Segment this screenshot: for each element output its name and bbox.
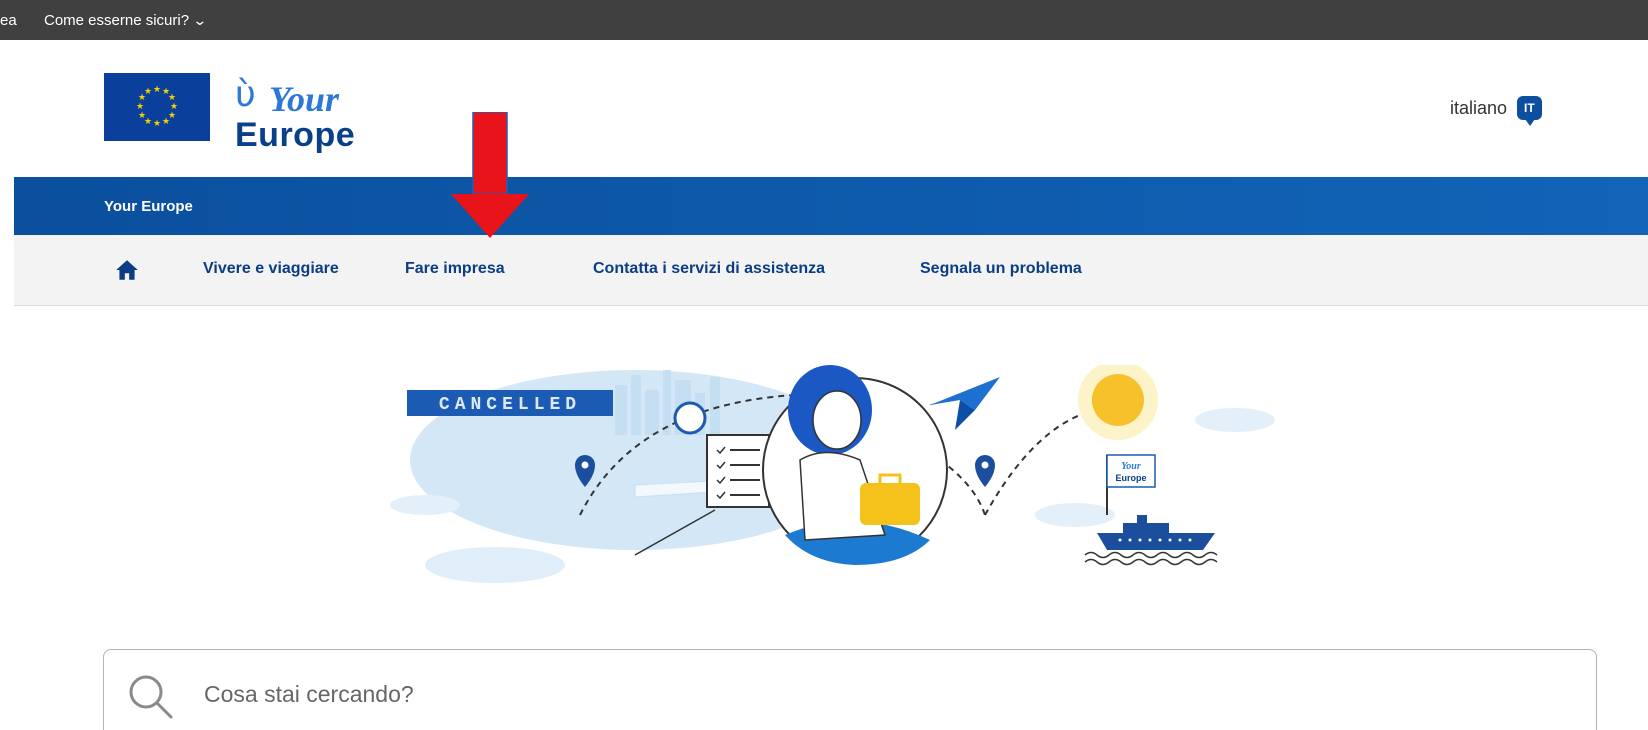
nav-item-contatta-assistenza[interactable]: Contatta i servizi di assistenza xyxy=(593,260,825,278)
site-title-bar: Your Europe xyxy=(14,177,1648,235)
annotation-arrow-icon xyxy=(451,112,529,238)
svg-text:CANCELLED: CANCELLED xyxy=(439,395,581,415)
nav-item-fare-impresa[interactable]: Fare impresa xyxy=(405,260,505,278)
nav-item-segnala-problema[interactable]: Segnala un problema xyxy=(920,260,1082,278)
cancelled-board: CANCELLED xyxy=(407,390,613,416)
your-europe-logo[interactable]: ὺ Your Europe xyxy=(235,74,385,154)
search-box xyxy=(103,649,1597,730)
svg-text:★: ★ xyxy=(153,85,161,95)
nav-item-vivere-e-viaggiare[interactable]: Vivere e viaggiare xyxy=(203,260,339,278)
secure-info-toggle[interactable]: Come esserne sicuri? ⌄ xyxy=(44,12,208,29)
logo-text-your: Your xyxy=(269,79,340,119)
svg-text:★: ★ xyxy=(162,117,170,127)
home-icon[interactable] xyxy=(114,257,140,283)
search-icon[interactable] xyxy=(124,670,176,722)
logo-text-europe: Europe xyxy=(235,116,356,154)
svg-text:★: ★ xyxy=(153,119,161,129)
language-selector[interactable]: italiano IT xyxy=(1450,96,1542,126)
hero-illustration: CANCELLED Your Europe xyxy=(390,365,1275,583)
speech-bubble-icon: IT xyxy=(1517,96,1542,126)
secure-info-label: Come esserne sicuri? xyxy=(44,12,190,29)
main-navigation: Vivere e viaggiare Fare impresa Contatta… xyxy=(14,235,1648,306)
site-title[interactable]: Your Europe xyxy=(104,198,193,215)
svg-text:★: ★ xyxy=(136,102,144,112)
svg-text:Your: Your xyxy=(1121,461,1141,472)
language-label: italiano xyxy=(1450,97,1508,118)
top-bar: ea Come esserne sicuri? ⌄ xyxy=(0,0,1648,40)
svg-text:Europe: Europe xyxy=(1115,473,1146,483)
search-input[interactable] xyxy=(204,672,1504,716)
svg-text:★: ★ xyxy=(144,87,152,97)
eu-flag-logo[interactable]: ★ ★ ★ ★ ★ ★ ★ ★ ★ ★ ★ ★ xyxy=(104,73,210,141)
svg-text:★: ★ xyxy=(138,111,146,121)
top-bar-text-fragment: ea xyxy=(0,12,17,29)
smile-icon: ὺ xyxy=(235,74,256,115)
chevron-down-icon: ⌄ xyxy=(192,12,208,28)
